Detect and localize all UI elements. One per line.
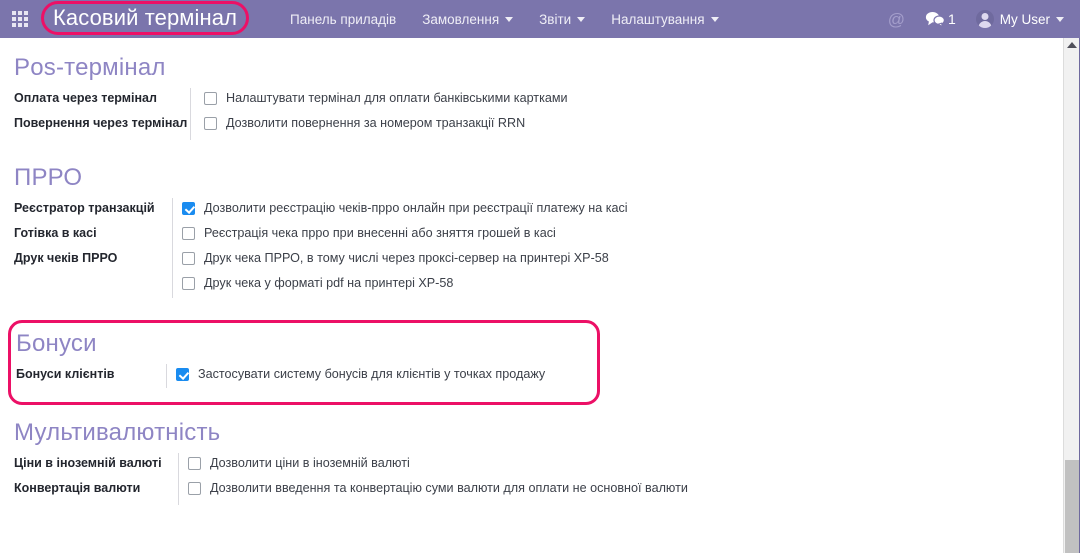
checkbox-currency-conversion[interactable] xyxy=(188,482,201,495)
chat-bubbles-icon xyxy=(925,12,945,27)
bonuses-rows: Бонуси клієнтів Застосувати систему бону… xyxy=(0,364,1063,389)
checkbox-line: Дозволити повернення за номером транзакц… xyxy=(204,113,1063,138)
nav-item-settings-label: Налаштування xyxy=(611,11,705,27)
settings-content: Pos-термінал Оплата через термінал Повер… xyxy=(0,38,1063,553)
nav-item-reports-label: Звіти xyxy=(539,11,572,27)
checkbox-label-prro-print-pdf: Друк чека у форматі pdf на принтері XP-5… xyxy=(204,276,454,290)
checkbox-line: Застосувати систему бонусів для клієнтів… xyxy=(176,364,1063,389)
chevron-down-icon xyxy=(505,16,514,22)
user-menu[interactable]: My User xyxy=(968,10,1064,28)
scroll-up-arrow-icon[interactable] xyxy=(1067,42,1077,48)
checkbox-label-pos-refund: Дозволити повернення за номером транзакц… xyxy=(226,116,526,130)
main-menu: Панель приладів Замовлення Звіти Налашту… xyxy=(277,12,731,27)
section-title-prro: ПРРО xyxy=(14,164,83,191)
chat-messages-button[interactable]: 1 xyxy=(917,11,964,27)
checkbox-line: Налаштувати термінал для оплати банківсь… xyxy=(204,88,1063,113)
multicurrency-rows: Ціни в іноземній валюті Конвертація валю… xyxy=(0,453,1063,505)
section-title-pos-terminal: Pos-термінал xyxy=(14,54,166,81)
chevron-down-icon xyxy=(710,16,719,22)
checkbox-line: Друк чека у форматі pdf на принтері XP-5… xyxy=(182,273,1063,298)
checkbox-label-currency-conversion: Дозволити введення та конвертацію суми в… xyxy=(210,481,688,495)
checkbox-label-prro-cash-operations: Реєстрація чека прро при внесенні або зн… xyxy=(204,226,556,240)
chevron-down-icon xyxy=(577,16,586,22)
nav-item-orders[interactable]: Замовлення xyxy=(409,12,526,27)
section-prro: ПРРО Реєстратор транзакцій Готівка в кас… xyxy=(0,164,1063,298)
pos-terminal-rows: Оплата через термінал Повернення через т… xyxy=(0,88,1063,140)
checkbox-pos-refund[interactable] xyxy=(204,117,217,130)
chevron-down-icon xyxy=(1056,16,1064,22)
top-bar-right-tools: @ 1 My User xyxy=(880,10,1080,28)
checkbox-line: Реєстрація чека прро при внесенні або зн… xyxy=(182,223,1063,248)
nav-item-dashboard[interactable]: Панель приладів xyxy=(277,12,409,27)
pos-terminal-checkboxes: Налаштувати термінал для оплати банківсь… xyxy=(0,88,1063,138)
chat-unread-count: 1 xyxy=(947,11,956,27)
checkbox-prro-online-registration[interactable] xyxy=(182,202,195,215)
checkbox-prro-print-pdf[interactable] xyxy=(182,277,195,290)
checkbox-line: Дозволити введення та конвертацію суми в… xyxy=(188,478,1063,503)
checkbox-prro-cash-operations[interactable] xyxy=(182,227,195,240)
checkbox-prro-print-proxy[interactable] xyxy=(182,252,195,265)
checkbox-label-foreign-prices: Дозволити ціни в іноземній валюті xyxy=(210,456,410,470)
brand-logo[interactable]: Касовий термінал xyxy=(41,1,250,36)
prro-checkboxes: Дозволити реєстрацію чеків-прро онлайн п… xyxy=(0,198,1063,298)
checkbox-client-bonuses[interactable] xyxy=(176,368,189,381)
checkbox-label-prro-print-proxy: Друк чека ПРРО, в тому числі через прокс… xyxy=(204,251,609,265)
nav-item-settings[interactable]: Налаштування xyxy=(598,12,731,27)
scrollbar-thumb[interactable] xyxy=(1065,460,1080,553)
section-title-multicurrency: Мультивалютність xyxy=(14,419,221,446)
checkbox-line: Дозволити реєстрацію чеків-прро онлайн п… xyxy=(182,198,1063,223)
apps-grid-icon[interactable] xyxy=(11,10,29,28)
brand-title: Касовий термінал xyxy=(53,5,238,30)
checkbox-label-pos-payment: Налаштувати термінал для оплати банківсь… xyxy=(226,91,568,105)
checkbox-label-prro-online-registration: Дозволити реєстрацію чеків-прро онлайн п… xyxy=(204,201,628,215)
section-multicurrency: Мультивалютність Ціни в іноземній валюті… xyxy=(0,419,1063,505)
nav-item-orders-label: Замовлення xyxy=(422,11,500,27)
username-label: My User xyxy=(999,11,1050,27)
checkbox-pos-payment[interactable] xyxy=(204,92,217,105)
multicurrency-checkboxes: Дозволити ціни в іноземній валюті Дозвол… xyxy=(0,453,1063,503)
checkbox-foreign-prices[interactable] xyxy=(188,457,201,470)
section-title-bonuses: Бонуси xyxy=(16,330,97,357)
section-pos-terminal: Pos-термінал Оплата через термінал Повер… xyxy=(0,54,1063,140)
vertical-scrollbar[interactable] xyxy=(1063,38,1080,553)
mention-at-icon[interactable]: @ xyxy=(880,11,913,28)
prro-rows: Реєстратор транзакцій Готівка в касі Дру… xyxy=(0,198,1063,298)
checkbox-line: Дозволити ціни в іноземній валюті xyxy=(188,453,1063,478)
section-bonuses: Бонуси Бонуси клієнтів Застосувати систе… xyxy=(0,320,1063,405)
bonuses-checkboxes: Застосувати систему бонусів для клієнтів… xyxy=(0,364,1063,389)
nav-item-dashboard-label: Панель приладів xyxy=(290,11,397,27)
checkbox-label-client-bonuses: Застосувати систему бонусів для клієнтів… xyxy=(198,367,546,381)
nav-item-reports[interactable]: Звіти xyxy=(526,12,598,27)
checkbox-line: Друк чека ПРРО, в тому числі через прокс… xyxy=(182,248,1063,273)
top-navigation-bar: Касовий термінал Панель приладів Замовле… xyxy=(0,0,1080,38)
avatar xyxy=(975,10,994,28)
